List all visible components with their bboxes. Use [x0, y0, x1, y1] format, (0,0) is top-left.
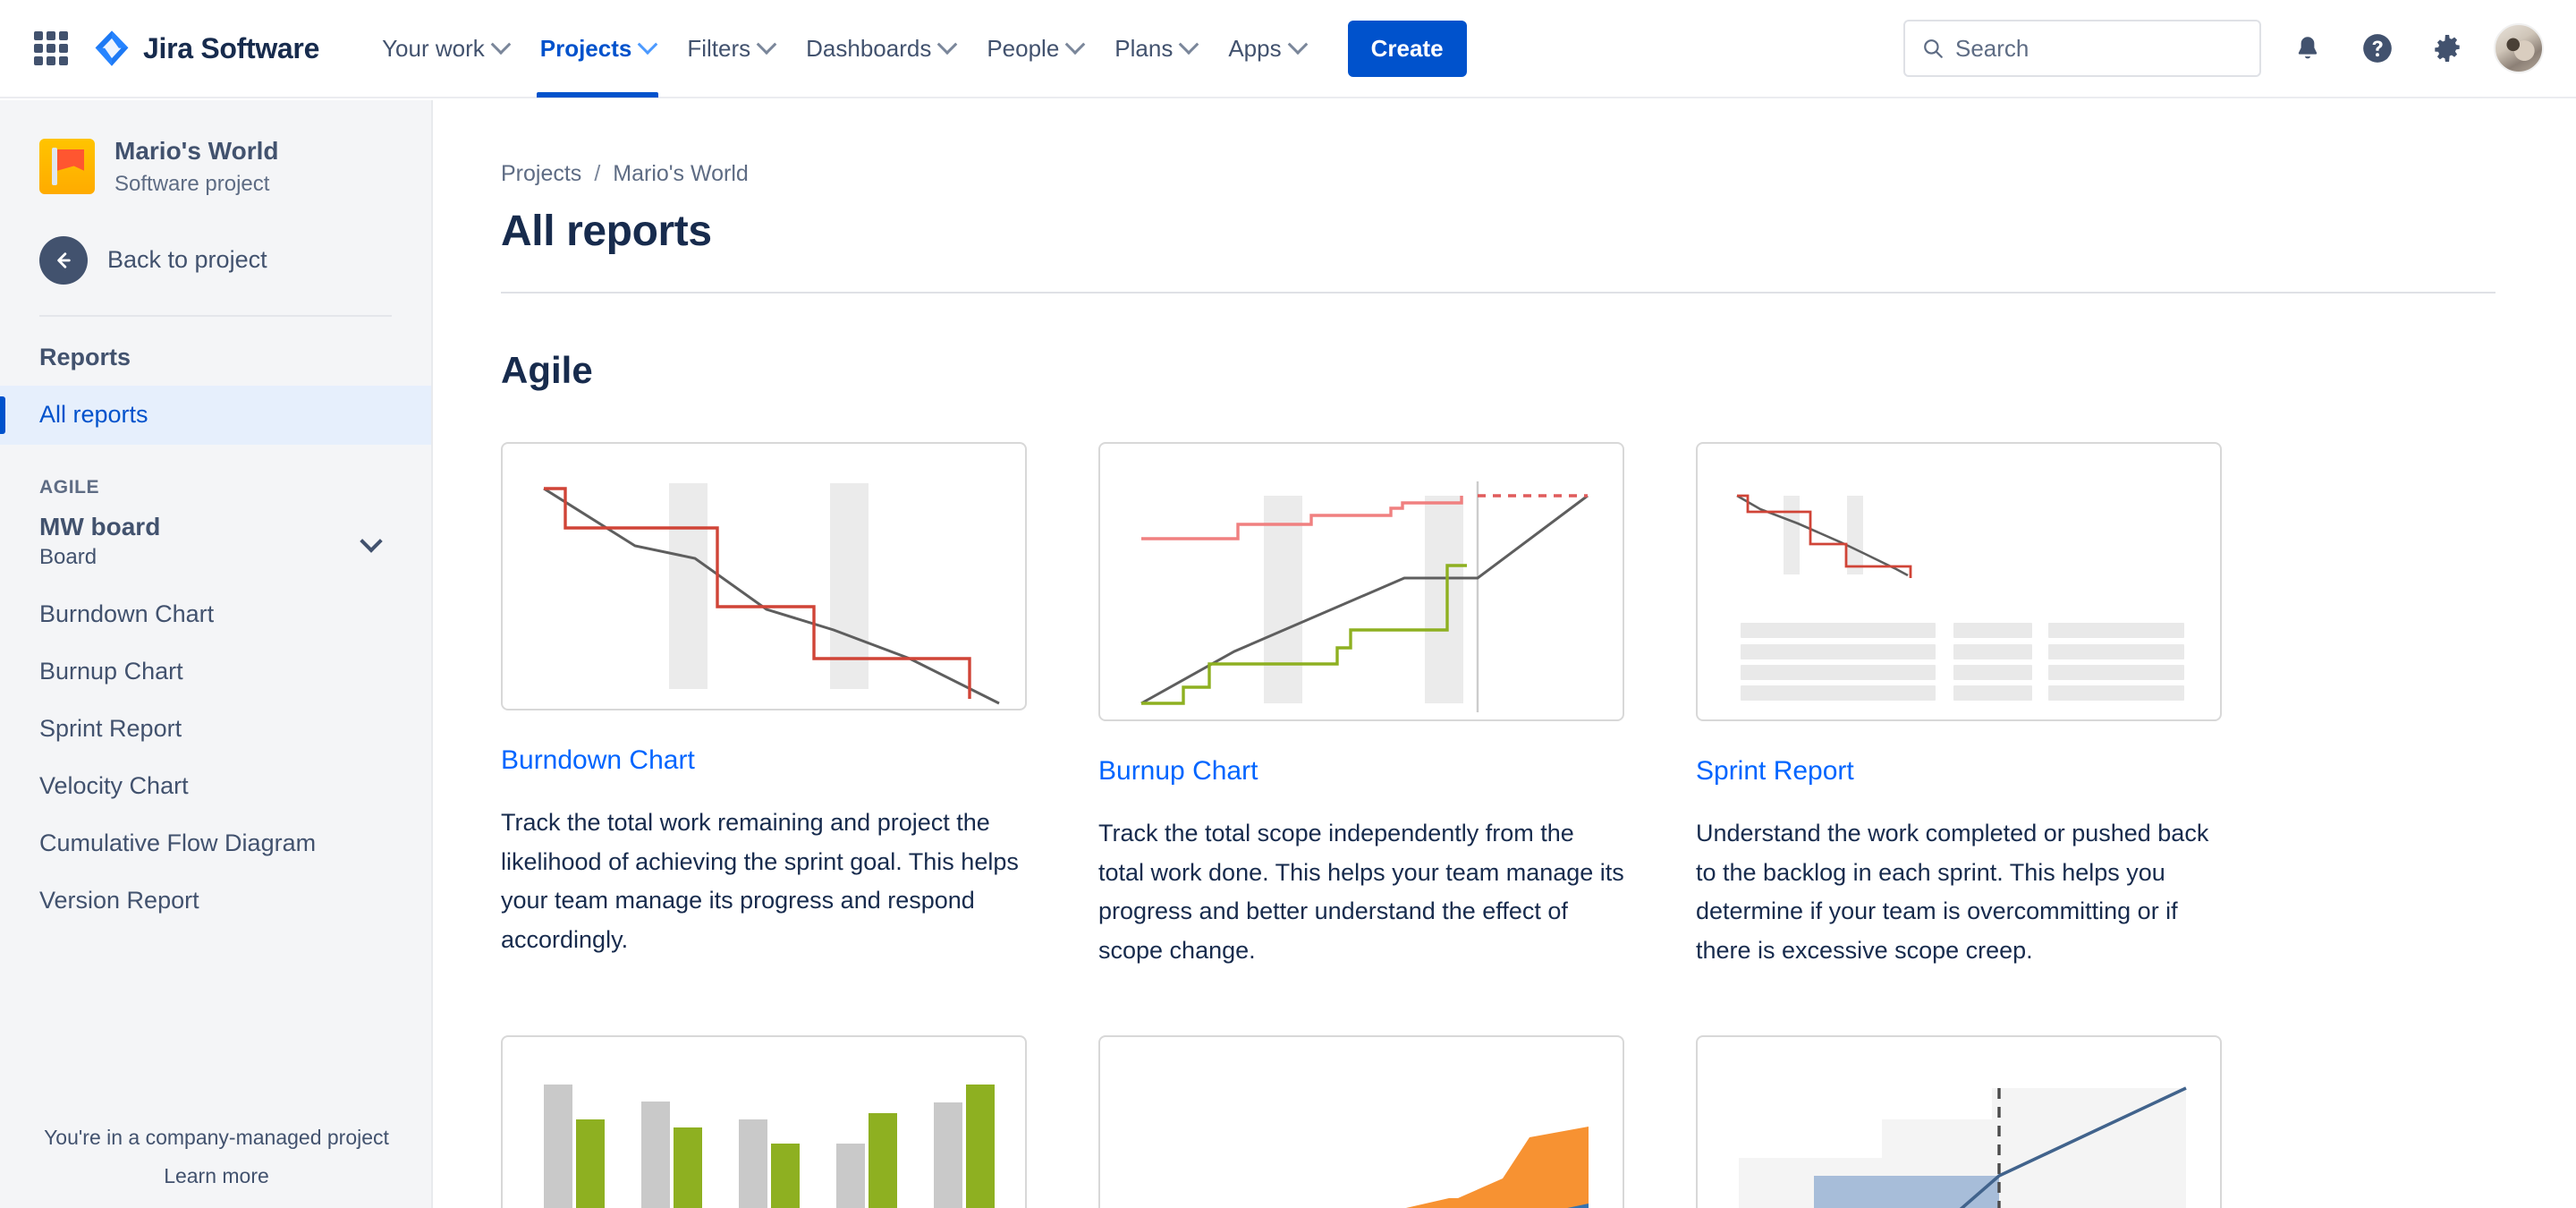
- nav-label: People: [987, 34, 1060, 62]
- nav-label: Filters: [687, 34, 751, 62]
- nav-right-group: [1903, 20, 2544, 77]
- report-card-description: Track the total scope independently from…: [1098, 820, 1624, 965]
- breadcrumb-current-project[interactable]: Mario's World: [613, 161, 749, 187]
- search-icon: [1924, 39, 1943, 58]
- nav-item-filters[interactable]: Filters: [671, 0, 790, 98]
- sidebar-item-label: Velocity Chart: [39, 772, 189, 800]
- report-card-title[interactable]: Burndown Chart: [501, 744, 1027, 777]
- nav-item-apps[interactable]: Apps: [1212, 0, 1320, 98]
- nav-label: Plans: [1114, 34, 1174, 62]
- project-sidebar: Mario's World Software project Back to p…: [0, 100, 433, 1208]
- burnup-chart-thumbnail[interactable]: [1098, 442, 1624, 721]
- sidebar-item-label: Cumulative Flow Diagram: [39, 829, 317, 857]
- jira-brand-home-link[interactable]: Jira Software: [93, 30, 319, 67]
- velocity-chart-thumbnail[interactable]: [501, 1034, 1027, 1208]
- nav-label: Your work: [382, 34, 485, 62]
- flag-project-avatar: [39, 138, 95, 194]
- project-name: Mario's World: [114, 137, 279, 165]
- report-card-version-report: [1696, 1034, 2222, 1208]
- search-input[interactable]: [1955, 34, 2224, 63]
- chevron-down-icon: [638, 34, 658, 55]
- back-to-project-link[interactable]: Back to project: [0, 197, 431, 285]
- sidebar-item-version-report[interactable]: Version Report: [0, 872, 431, 930]
- sidebar-item-burnup-chart[interactable]: Burnup Chart: [0, 643, 431, 701]
- primary-nav: Your work Projects Filters Dashboards Pe…: [366, 0, 1467, 98]
- report-card-description: Understand the work completed or pushed …: [1696, 820, 2209, 965]
- question-circle-icon[interactable]: [2354, 25, 2401, 72]
- user-avatar[interactable]: [2494, 23, 2544, 73]
- sidebar-item-label: Sprint Report: [39, 715, 182, 743]
- company-managed-note: You're in a company-managed project: [44, 1126, 389, 1149]
- sidebar-item-velocity-chart[interactable]: Velocity Chart: [0, 758, 431, 815]
- nav-item-dashboards[interactable]: Dashboards: [790, 0, 970, 98]
- sprint-report-thumbnail[interactable]: [1696, 442, 2222, 721]
- sidebar-group-label-agile: AGILE: [39, 476, 100, 498]
- sidebar-nav-list: All reports: [0, 385, 431, 445]
- title-divider: [501, 292, 2496, 293]
- board-subtitle: Board: [39, 544, 97, 569]
- grid-apps-icon[interactable]: [30, 28, 72, 69]
- report-card-sprint-report: Sprint Report Understand the work comple…: [1696, 442, 2222, 971]
- board-name: MW board: [39, 512, 161, 540]
- report-cards-row-2: [501, 1034, 2576, 1208]
- sidebar-item-label: Burndown Chart: [39, 600, 215, 628]
- report-card-title[interactable]: Sprint Report: [1696, 755, 2222, 787]
- chevron-down-icon: [1179, 34, 1199, 55]
- report-card-description: Track the total work remaining and proje…: [501, 809, 1019, 954]
- bell-icon[interactable]: [2284, 25, 2331, 72]
- project-header[interactable]: Mario's World Software project: [0, 100, 431, 197]
- sidebar-board-selector[interactable]: MW board Board: [0, 498, 431, 570]
- version-report-thumbnail[interactable]: [1696, 1034, 2222, 1208]
- nav-label: Apps: [1228, 34, 1282, 62]
- breadcrumb-projects[interactable]: Projects: [501, 161, 581, 187]
- sidebar-report-list: Burndown Chart Burnup Chart Sprint Repor…: [0, 586, 431, 930]
- brand-name: Jira Software: [143, 31, 320, 64]
- arrow-left-circle-icon: [39, 235, 88, 285]
- breadcrumb-separator: /: [594, 161, 601, 186]
- create-button[interactable]: Create: [1347, 20, 1467, 77]
- sidebar-section-title: Reports: [39, 343, 131, 370]
- sidebar-item-sprint-report[interactable]: Sprint Report: [0, 701, 431, 758]
- report-card-burnup-chart: Burnup Chart Track the total scope indep…: [1098, 442, 1624, 971]
- sidebar-item-label: Burnup Chart: [39, 658, 183, 685]
- report-card-cumulative-flow-diagram: [1098, 1034, 1624, 1208]
- nav-item-plans[interactable]: Plans: [1098, 0, 1212, 98]
- sidebar-item-cumulative-flow-diagram[interactable]: Cumulative Flow Diagram: [0, 815, 431, 872]
- chevron-down-icon: [756, 34, 777, 55]
- report-cards-row-1: Burndown Chart Track the total work rema…: [501, 442, 2576, 971]
- jira-diamond-logo: [95, 30, 129, 66]
- sidebar-footer: You're in a company-managed project Lear…: [0, 1126, 431, 1188]
- back-to-project-label: Back to project: [107, 246, 267, 274]
- nav-item-projects[interactable]: Projects: [524, 0, 672, 98]
- report-card-velocity-chart: [501, 1034, 1027, 1208]
- nav-item-your-work[interactable]: Your work: [366, 0, 524, 98]
- chevron-down-icon: [937, 34, 958, 55]
- sidebar-item-burndown-chart[interactable]: Burndown Chart: [0, 586, 431, 643]
- project-type: Software project: [114, 171, 270, 196]
- learn-more-link[interactable]: Learn more: [0, 1164, 431, 1188]
- report-card-burndown-chart: Burndown Chart Track the total work rema…: [501, 442, 1027, 971]
- nav-label: Dashboards: [806, 34, 932, 62]
- section-heading-agile: Agile: [501, 349, 593, 391]
- chevron-down-icon: [1064, 34, 1086, 55]
- burndown-chart-thumbnail[interactable]: [501, 442, 1027, 710]
- gear-icon[interactable]: [2424, 25, 2470, 72]
- report-card-title[interactable]: Burnup Chart: [1098, 755, 1624, 787]
- sidebar-item-label: Version Report: [39, 887, 199, 915]
- cumulative-flow-diagram-thumbnail[interactable]: [1098, 1034, 1624, 1208]
- page-title: All reports: [501, 208, 712, 255]
- nav-item-people[interactable]: People: [970, 0, 1098, 98]
- nav-label: Projects: [539, 34, 632, 62]
- search-box[interactable]: [1903, 20, 2261, 77]
- sidebar-item-all-reports[interactable]: All reports: [0, 385, 431, 445]
- chevron-down-icon[interactable]: [360, 529, 383, 553]
- main-content: Projects / Mario's World All reports Agi…: [435, 100, 2576, 1208]
- breadcrumb: Projects / Mario's World: [501, 161, 2576, 187]
- sidebar-item-label: All reports: [39, 401, 148, 429]
- chevron-down-icon: [1287, 34, 1308, 55]
- top-navigation-bar: Jira Software Your work Projects Filters…: [0, 0, 2576, 98]
- chevron-down-icon: [490, 34, 512, 55]
